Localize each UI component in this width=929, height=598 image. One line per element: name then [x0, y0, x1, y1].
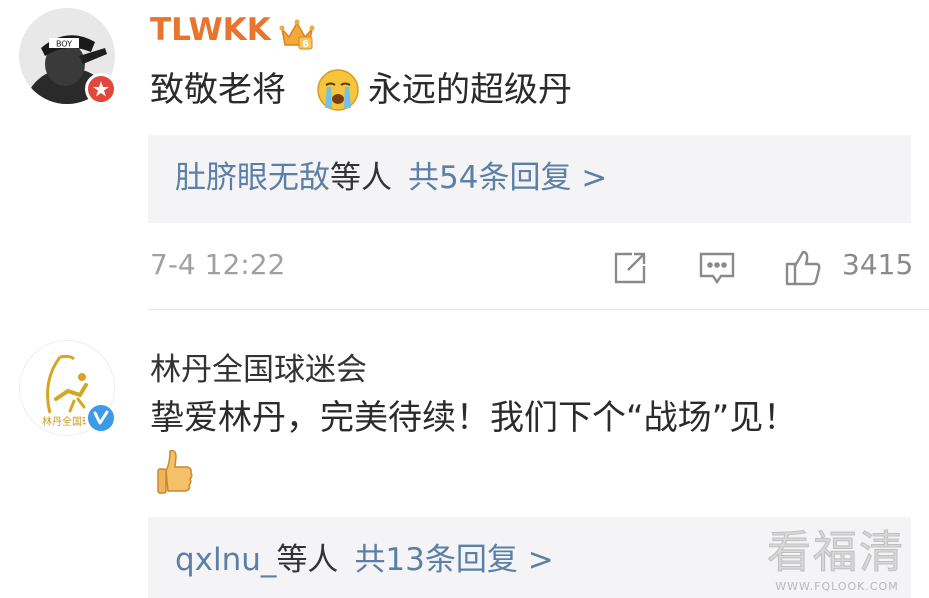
- reply-count-link[interactable]: 共13条回复 >: [354, 542, 553, 578]
- thumbs-up-emoji: [156, 447, 194, 497]
- blue-verified-icon: [85, 402, 117, 434]
- reply-count-link[interactable]: 共54条回复 >: [408, 160, 607, 196]
- reply-suffix: 等人: [276, 542, 339, 578]
- comment-text: 致敬老将: [150, 70, 286, 110]
- share-icon[interactable]: [610, 248, 650, 288]
- crown-level-6-icon[interactable]: 6: [278, 15, 316, 53]
- red-verified-icon: [85, 73, 117, 105]
- reply-suffix: 等人: [330, 160, 392, 196]
- svg-text:6: 6: [302, 39, 309, 50]
- like-icon[interactable]: [783, 248, 823, 288]
- watermark: 看福清 WWW.FQLOOK.COM: [767, 516, 907, 594]
- timestamp: 7-4 12:22: [150, 248, 286, 281]
- watermark-text: 看福清: [767, 527, 905, 579]
- reply-user-link[interactable]: qxlnu_: [175, 542, 276, 578]
- replies-preview[interactable]: 肚脐眼无敌等人 共54条回复 >: [148, 135, 911, 223]
- crying-face-emoji: [316, 68, 360, 112]
- comment-text: 挚爱林丹，完美待续！我们下个“战场”见！: [150, 398, 798, 438]
- like-count: 3415: [842, 248, 914, 281]
- svg-text:BOY: BOY: [56, 40, 72, 49]
- reply-user-link[interactable]: 肚脐眼无敌: [175, 160, 330, 196]
- watermark-url: WWW.FQLOOK.COM: [775, 580, 899, 593]
- comment-icon[interactable]: [697, 248, 737, 288]
- divider: [148, 309, 929, 310]
- username[interactable]: TLWKK: [150, 12, 271, 48]
- comment-text: 永远的超级丹: [368, 70, 572, 110]
- username[interactable]: 林丹全国球迷会: [150, 344, 367, 389]
